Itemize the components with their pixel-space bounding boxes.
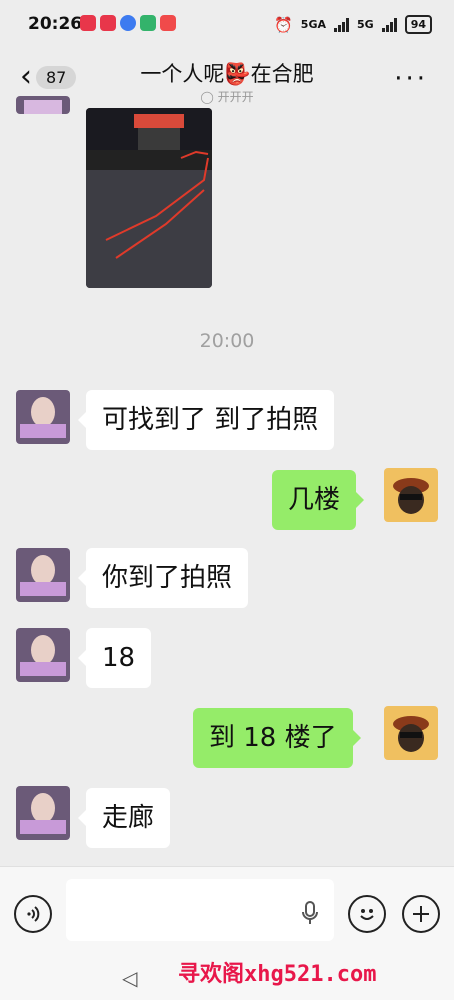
app-notification-icon (160, 15, 176, 31)
avatar-image (16, 390, 70, 444)
avatar-image (384, 706, 438, 760)
alarm-icon: ⏰ (274, 15, 293, 34)
notification-icons (80, 15, 176, 31)
avatar-image (16, 548, 70, 602)
battery-level: 94 (404, 15, 432, 34)
watermark: 寻欢阁xhg521.com (178, 962, 377, 987)
nav-back-icon[interactable]: ◁ (122, 966, 137, 990)
avatar-image (16, 628, 70, 682)
message-bubble-outgoing[interactable]: 到 18 楼了 (193, 708, 361, 768)
signal-label-2: 5G (357, 18, 374, 31)
emoji-icon[interactable] (348, 895, 386, 933)
app-notification-icon (120, 15, 136, 31)
contact-avatar[interactable] (16, 390, 70, 444)
message-bubble-incoming[interactable]: 走廊 (77, 788, 171, 848)
microphone-icon[interactable] (302, 901, 318, 929)
own-avatar[interactable] (384, 706, 438, 760)
message-bubble-incoming[interactable]: 18 (77, 628, 152, 688)
status-bar: 20:26 ⏰ 5GA 5G 94 (0, 0, 454, 52)
voice-icon[interactable] (14, 895, 52, 933)
avatar-image (16, 96, 70, 114)
message-input[interactable] (66, 879, 334, 941)
status-time: 20:26 (28, 14, 83, 34)
app-notification-icon (140, 15, 156, 31)
message-bubble-incoming[interactable]: 可找到了 到了拍照 (77, 390, 335, 450)
message-bubble-outgoing[interactable]: 几楼 (272, 470, 365, 530)
image-message[interactable] (86, 108, 212, 288)
message-timestamp: 20:00 (199, 330, 255, 352)
signal-label-1: 5GA (300, 18, 326, 31)
contact-avatar[interactable] (16, 628, 70, 682)
app-notification-icon (80, 15, 96, 31)
status-indicators: ⏰ 5GA 5G 94 (274, 15, 432, 34)
avatar-image (384, 468, 438, 522)
contact-avatar[interactable] (16, 96, 70, 114)
signal-bars-icon (334, 17, 349, 32)
own-avatar[interactable] (384, 468, 438, 522)
more-icon[interactable]: ··· (394, 64, 428, 94)
contact-avatar[interactable] (16, 548, 70, 602)
chat-title: 一个人呢👺在合肥 (140, 62, 314, 86)
plus-icon[interactable] (402, 895, 440, 933)
message-input-bar (0, 866, 454, 961)
contact-avatar[interactable] (16, 786, 70, 840)
photo-thumbnail (86, 108, 212, 288)
signal-bars-icon (381, 17, 397, 32)
message-bubble-incoming[interactable]: 你到了拍照 (77, 548, 249, 608)
app-notification-icon (100, 15, 116, 31)
avatar-image (16, 786, 70, 840)
